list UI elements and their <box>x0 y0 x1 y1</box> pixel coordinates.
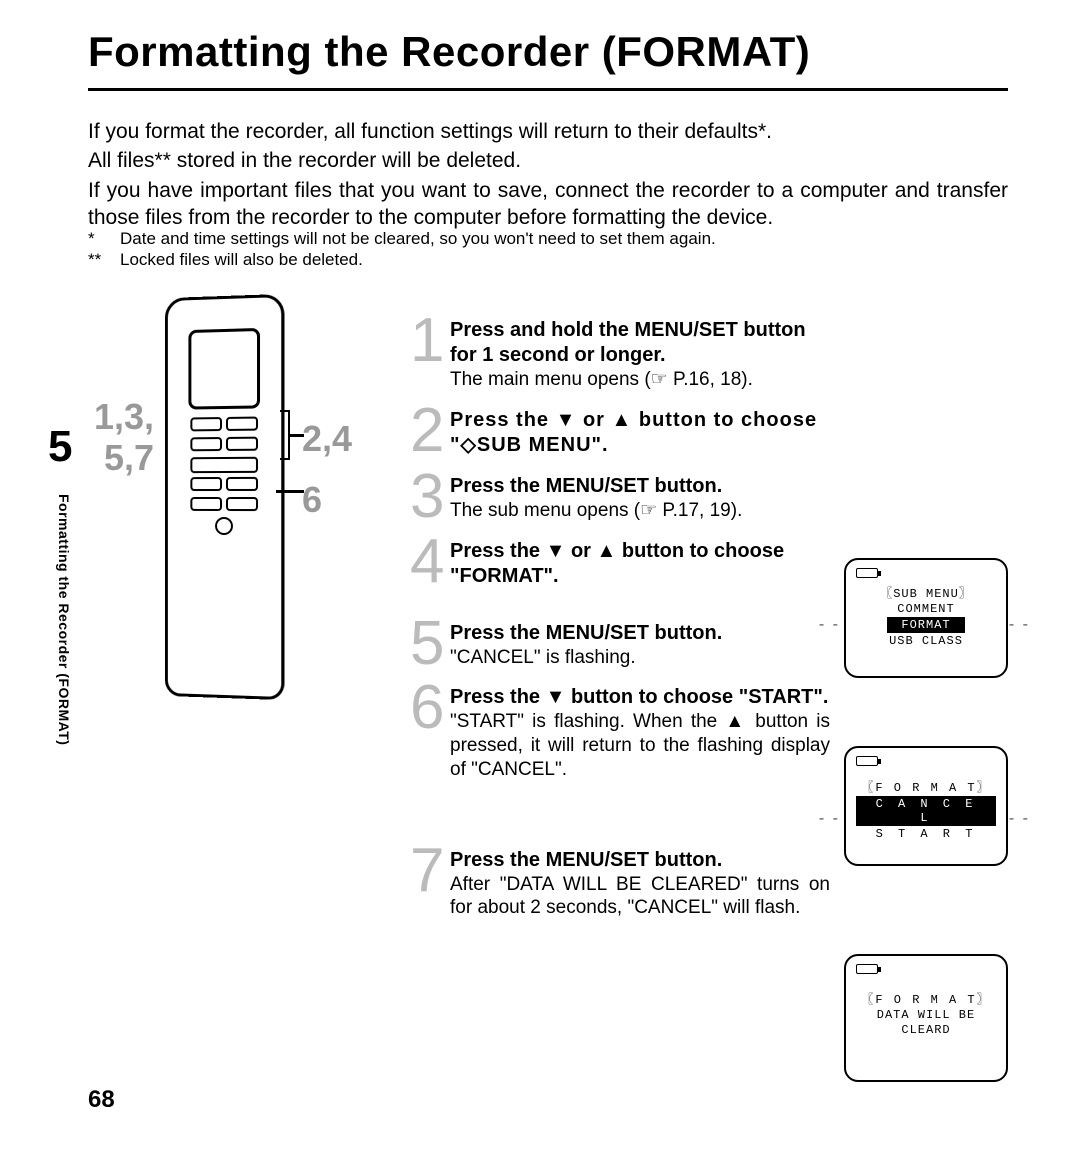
footnotes: * Date and time settings will not be cle… <box>88 228 1008 271</box>
step-text: Press the ▼ or ▲ button to choose "FORMA… <box>450 540 784 587</box>
callout-lead-2 <box>276 490 304 493</box>
step-text: Press and hold the <box>450 319 634 341</box>
button-name: MENU/SET <box>546 622 649 644</box>
step-note: After "DATA WILL BE CLEARED" turns on fo… <box>450 873 830 921</box>
button-name: MENU/SET <box>546 849 649 871</box>
intro-p3: If you have important files that you wan… <box>88 177 1008 232</box>
callout-right-2: 6 <box>302 469 352 530</box>
page-title: Formatting the Recorder (FORMAT) <box>88 28 810 76</box>
lcd-line: S T A R T <box>856 827 996 841</box>
button-name: MENU/SET <box>634 319 737 341</box>
device-callout-left: 1,3, 5,7 <box>94 396 154 479</box>
flash-mark-icon: - - <box>819 810 840 828</box>
page-number: 68 <box>88 1086 115 1114</box>
sidebar-section-label: Formatting the Recorder (FORMAT) <box>56 494 72 745</box>
step-note: "START" is flashing. When the ▲ button i… <box>450 710 830 781</box>
lcd-screen-data-cleared: 〖F O R M A T〗 DATA WILL BE CLEARD <box>844 954 1008 1082</box>
step-text: Press the <box>450 622 546 644</box>
lcd-line: CLEARD <box>856 1023 996 1037</box>
device-callout-right: 2,4 6 <box>302 408 352 530</box>
step-num: 4 <box>410 537 450 589</box>
step-1: 1 Press and hold the MENU/SET button for… <box>410 316 1010 392</box>
lcd-line: USB CLASS <box>856 634 996 648</box>
step-text-b: button. <box>649 849 722 871</box>
intro-p1: If you format the recorder, all function… <box>88 118 1008 145</box>
flash-mark-icon: - - <box>1009 810 1030 828</box>
lcd-line-highlight: FORMAT <box>887 617 964 633</box>
step-text: Press the <box>450 475 546 497</box>
callout-left-1: 1,3, <box>94 396 154 437</box>
step-note: The main menu opens (☞ P.16, 18). <box>450 368 830 392</box>
step-num: 7 <box>410 846 450 921</box>
callout-bracket <box>280 410 290 460</box>
note-text-2: Locked files will also be deleted. <box>120 249 363 270</box>
step-num: 1 <box>410 316 450 392</box>
step-text-b: button. <box>649 475 722 497</box>
battery-icon <box>856 568 878 578</box>
step-text: Press the <box>450 849 546 871</box>
intro-p2: All files** stored in the recorder will … <box>88 147 1008 174</box>
intro-block: If you format the recorder, all function… <box>88 118 1008 233</box>
flash-mark-icon: - - <box>1009 616 1030 634</box>
step-text-b: button. <box>649 622 722 644</box>
note-star-2: ** <box>88 249 120 270</box>
lcd-screen-format-confirm: 〖F O R M A T〗 C A N C E L S T A R T <box>844 746 1008 866</box>
lcd-line: COMMENT <box>856 602 996 616</box>
step-num: 5 <box>410 619 450 670</box>
battery-icon <box>856 964 878 974</box>
step-num: 3 <box>410 472 450 523</box>
step-note: The sub menu opens (☞ P.17, 19). <box>450 499 830 523</box>
step-text: Press the ▼ or ▲ button to choose "◇SUB … <box>450 409 817 456</box>
lcd-line-highlight: C A N C E L <box>856 796 996 826</box>
title-rule <box>88 88 1008 91</box>
lcd-line: DATA WILL BE <box>856 1008 996 1022</box>
lcd-header: 〖F O R M A T〗 <box>856 990 996 1007</box>
step-text: Press the ▼ button to choose "START". <box>450 686 828 708</box>
note-star-1: * <box>88 228 120 249</box>
callout-lead-1 <box>290 434 304 437</box>
step-num: 6 <box>410 683 450 781</box>
step-3: 3 Press the MENU/SET button. The sub men… <box>410 472 1010 523</box>
button-name: MENU/SET <box>546 475 649 497</box>
callout-right-1: 2,4 <box>302 408 352 469</box>
lcd-screen-sub-menu: 〖SUB MENU〗 COMMENT FORMAT USB CLASS <box>844 558 1008 678</box>
step-2: 2 Press the ▼ or ▲ button to choose "◇SU… <box>410 406 1010 458</box>
battery-icon <box>856 756 878 766</box>
callout-left-2: 5,7 <box>94 437 154 478</box>
lcd-header: 〖F O R M A T〗 <box>856 778 996 795</box>
lcd-header: 〖SUB MENU〗 <box>856 584 996 601</box>
flash-mark-icon: - - <box>819 616 840 634</box>
chapter-number: 5 <box>48 422 72 472</box>
step-note: "CANCEL" is flashing. <box>450 646 820 670</box>
step-num: 2 <box>410 406 450 458</box>
recorder-illustration <box>165 294 284 700</box>
note-text-1: Date and time settings will not be clear… <box>120 228 716 249</box>
